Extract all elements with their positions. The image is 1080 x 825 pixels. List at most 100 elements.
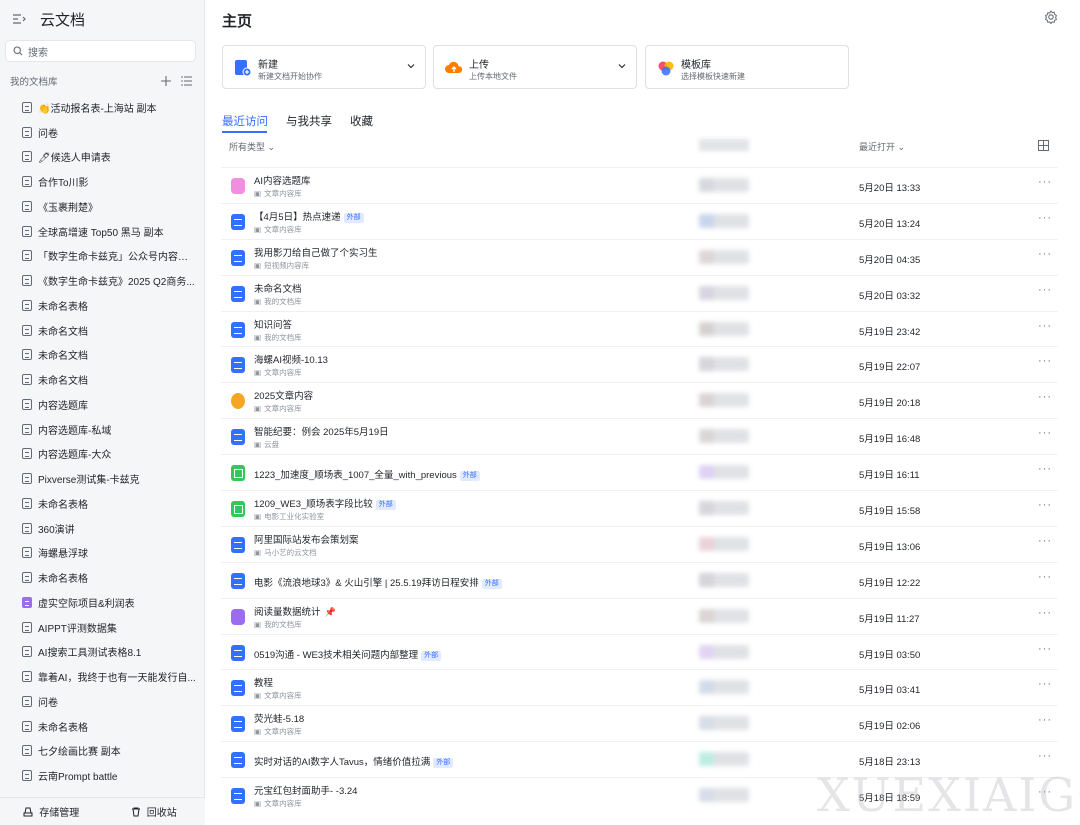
file-location-label: 我的文档库 bbox=[264, 296, 302, 306]
sidebar-doc-item[interactable]: 靠着AI，我终于也有一天能发行自... bbox=[0, 664, 205, 689]
more-options-icon[interactable]: ··· bbox=[1038, 499, 1052, 511]
grid-view-icon[interactable] bbox=[1038, 140, 1049, 151]
sidebar-doc-item[interactable]: 360演讲 bbox=[0, 516, 205, 541]
file-title-cell: 2025文章内容 bbox=[254, 388, 313, 402]
sidebar-doc-item[interactable]: 🖊候选人申请表 bbox=[0, 145, 205, 170]
more-options-icon[interactable]: ··· bbox=[1038, 571, 1052, 583]
sidebar-doc-item[interactable]: 👏活动报名表-上海站 副本 bbox=[0, 95, 205, 120]
more-options-icon[interactable]: ··· bbox=[1038, 176, 1052, 188]
sidebar-doc-label: 问卷 bbox=[38, 697, 58, 709]
more-options-icon[interactable]: ··· bbox=[1038, 678, 1052, 690]
time-sort-dropdown[interactable]: 最近打开 ⌄ bbox=[859, 140, 905, 153]
sidebar-doc-item[interactable]: 未命名表格 bbox=[0, 491, 205, 516]
table-row[interactable]: 未命名文档 ▣ 我的文档库 5月20日 03:32 ··· bbox=[221, 274, 1058, 311]
sidebar-doc-item[interactable]: 未命名文档 bbox=[0, 343, 205, 368]
new-card[interactable]: 新建 新建文档开始协作 bbox=[222, 45, 426, 89]
list-settings-icon[interactable] bbox=[181, 76, 192, 86]
sidebar-doc-item[interactable]: 问卷 bbox=[0, 689, 205, 714]
doc-icon bbox=[22, 745, 32, 757]
sidebar-doc-item[interactable]: 海螺悬浮球 bbox=[0, 541, 205, 566]
owner-avatar-blurred bbox=[699, 249, 749, 264]
library-header: 我的文档库 bbox=[10, 73, 192, 89]
sidebar-doc-item[interactable]: Pixverse测试集-卡兹克 bbox=[0, 466, 205, 491]
sidebar-doc-item[interactable]: 问卷 bbox=[0, 120, 205, 145]
sidebar-doc-item[interactable]: 未命名表格 bbox=[0, 293, 205, 318]
sidebar-doc-item[interactable]: 《数字生命卡兹克》2025 Q2商务... bbox=[0, 268, 205, 293]
last-opened-time: 5月19日 11:27 bbox=[859, 613, 920, 625]
table-row[interactable]: AI内容选题库 ▣ 文章内容库 5月20日 13:33 ··· bbox=[221, 167, 1058, 203]
more-options-icon[interactable]: ··· bbox=[1038, 463, 1052, 475]
ai-file-icon bbox=[231, 178, 245, 194]
trash-button[interactable]: 回收站 bbox=[103, 804, 206, 819]
table-row[interactable]: 1209_WE3_顺场表字段比较 外部 ▣ 电影工业化实验室 5月19日 15:58 ··… bbox=[221, 490, 1058, 526]
sidebar-doc-item[interactable]: 全球高增速 Top50 黑马 副本 bbox=[0, 219, 205, 244]
table-row[interactable]: 教程 ▣ 文章内容库 5月19日 03:41 ··· bbox=[221, 669, 1058, 705]
folder-icon: ▣ bbox=[254, 404, 262, 414]
table-row[interactable]: 智能纪要：例会 2025年5月19日 ▣ 云盘 5月19日 16:48 ··· bbox=[221, 418, 1058, 454]
more-options-icon[interactable]: ··· bbox=[1038, 284, 1052, 296]
sidebar-doc-item[interactable]: AI搜索工具测试表格8.1 bbox=[0, 640, 205, 665]
add-icon[interactable] bbox=[161, 76, 171, 86]
table-row[interactable]: 阿里国际站发布会策划案 ▣ 马小艺的云文档 5月19日 13:06 ··· bbox=[221, 525, 1058, 562]
table-row[interactable]: 1223_加速度_顺场表_1007_全量_with_previous 外部 5月19… bbox=[221, 454, 1058, 490]
sidebar-doc-item[interactable]: 未命名表格 bbox=[0, 714, 205, 739]
table-row[interactable]: 0519沟通 - WE3技术相关问题内部整理 外部 5月19日 03:50 ··· bbox=[221, 633, 1058, 670]
sidebar-doc-item[interactable]: 虚实空际项目&利润表 bbox=[0, 590, 205, 615]
table-row[interactable]: 电影《流浪地球3》& 火山引擎 | 25.5.19拜访日程安排 外部 5月19日 1… bbox=[221, 561, 1058, 598]
sidebar-doc-item[interactable]: 七夕绘画比赛 副本 bbox=[0, 739, 205, 764]
doc-file-icon bbox=[231, 716, 245, 733]
more-options-icon[interactable]: ··· bbox=[1038, 355, 1052, 367]
more-options-icon[interactable]: ··· bbox=[1038, 248, 1052, 260]
more-options-icon[interactable]: ··· bbox=[1038, 714, 1052, 726]
sidebar-doc-item[interactable]: 《玉裹荆楚》 bbox=[0, 194, 205, 219]
template-card[interactable]: 模板库 选择模板快速新建 bbox=[645, 45, 849, 89]
doc-file-icon bbox=[231, 536, 245, 553]
gear-icon[interactable] bbox=[1044, 10, 1058, 24]
file-title: 阅读量数据统计 bbox=[254, 606, 321, 618]
file-title: 0519沟通 - WE3技术相关问题内部整理 bbox=[254, 649, 419, 661]
sidebar-doc-label: 内容选题库 bbox=[38, 400, 88, 412]
doc-file-icon bbox=[231, 213, 245, 230]
sidebar-doc-item[interactable]: AIPPT评测数据集 bbox=[0, 615, 205, 640]
table-row[interactable]: 我用影刀给自己做了个实习生 ▣ 短视频内容库 5月20日 04:35 ··· bbox=[221, 238, 1058, 275]
type-filter-dropdown[interactable]: 所有类型 ⌄ bbox=[229, 140, 275, 153]
sidebar-doc-item[interactable]: 云南Prompt battle bbox=[0, 763, 205, 788]
more-options-icon[interactable]: ··· bbox=[1038, 535, 1052, 547]
sidebar-doc-item[interactable]: 未命名文档 bbox=[0, 367, 205, 392]
sidebar-doc-label: 🖊候选人申请表 bbox=[38, 153, 111, 165]
sidebar-doc-item[interactable]: 未命名表格 bbox=[0, 565, 205, 590]
more-options-icon[interactable]: ··· bbox=[1038, 750, 1052, 762]
sidebar-doc-label: 👏活动报名表-上海站 副本 bbox=[38, 103, 157, 115]
table-row[interactable]: 阅读量数据统计 📌 ▣ 我的文档库 5月19日 11:27 ··· bbox=[221, 597, 1058, 634]
chevron-down-icon[interactable] bbox=[407, 62, 415, 70]
sidebar-doc-item[interactable]: 合作To川影 bbox=[0, 169, 205, 194]
sidebar-doc-label: 未命名表格 bbox=[38, 499, 88, 511]
table-row[interactable]: 海螺AI视频-10.13 ▣ 文章内容库 5月19日 22:07 ··· bbox=[221, 346, 1058, 382]
sidebar-doc-item[interactable]: 内容选题库-大众 bbox=[0, 442, 205, 467]
upload-card[interactable]: 上传 上传本地文件 bbox=[433, 45, 637, 89]
more-options-icon[interactable]: ··· bbox=[1038, 391, 1052, 403]
chevron-down-icon[interactable] bbox=[618, 62, 626, 70]
tab-favorites[interactable]: 收藏 bbox=[350, 113, 373, 129]
collapse-menu-icon[interactable] bbox=[12, 13, 26, 25]
sidebar-doc-item[interactable]: 未命名文档 bbox=[0, 318, 205, 343]
table-row[interactable]: 2025文章内容 ▣ 文章内容库 5月19日 20:18 ··· bbox=[221, 382, 1058, 418]
table-row[interactable]: 【4月5日】热点速递 外部 ▣ 文章内容库 5月20日 13:24 ··· bbox=[221, 202, 1058, 239]
sidebar-doc-item[interactable]: 内容选题库-私域 bbox=[0, 417, 205, 442]
sidebar-doc-item[interactable]: 「数字生命卡兹克」公众号内容匯... bbox=[0, 244, 205, 269]
more-options-icon[interactable]: ··· bbox=[1038, 643, 1052, 655]
more-options-icon[interactable]: ··· bbox=[1038, 320, 1052, 332]
more-options-icon[interactable]: ··· bbox=[1038, 607, 1052, 619]
pin-icon: 📌 bbox=[324, 606, 336, 617]
table-row[interactable]: 知识问答 ▣ 我的文档库 5月19日 23:42 ··· bbox=[221, 310, 1058, 347]
table-row[interactable]: 荧光蛙-5.18 ▣ 文章内容库 5月19日 02:06 ··· bbox=[221, 705, 1058, 741]
more-options-icon[interactable]: ··· bbox=[1038, 427, 1052, 439]
sidebar-doc-label: Pixverse测试集-卡兹克 bbox=[38, 475, 140, 487]
owner-avatar-blurred bbox=[699, 465, 749, 480]
tab-recent[interactable]: 最近访问 bbox=[222, 113, 268, 129]
more-options-icon[interactable]: ··· bbox=[1038, 212, 1052, 224]
sidebar-doc-item[interactable]: 内容选题库 bbox=[0, 392, 205, 417]
tab-shared[interactable]: 与我共享 bbox=[286, 113, 332, 129]
storage-management-button[interactable]: 存储管理 bbox=[0, 804, 103, 819]
search-input[interactable]: 搜索 bbox=[5, 40, 196, 62]
